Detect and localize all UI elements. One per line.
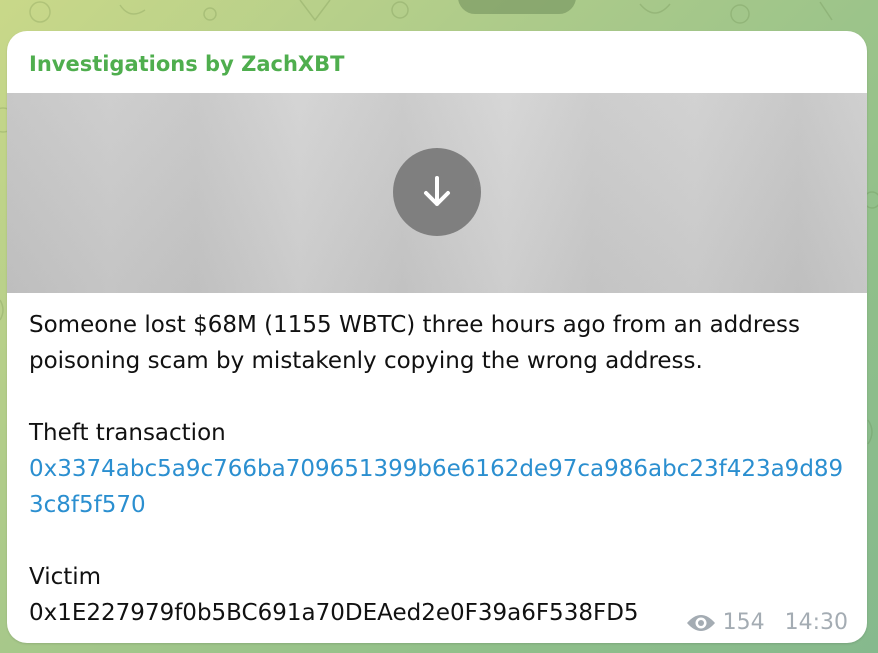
download-button[interactable] <box>393 148 481 236</box>
victim-label: Victim <box>29 564 102 590</box>
eye-icon <box>686 614 715 631</box>
theft-transaction-label: Theft transaction <box>29 420 226 446</box>
channel-message[interactable]: Investigations by ZachXBT Someone lost $… <box>7 31 867 643</box>
message-time: 14:30 <box>784 610 848 635</box>
theft-transaction-link[interactable]: 0x3374abc5a9c766ba709651399b6e6162de97ca… <box>29 456 843 518</box>
arrow-down-icon <box>424 176 450 206</box>
date-pill <box>458 0 576 14</box>
channel-name[interactable]: Investigations by ZachXBT <box>29 52 344 76</box>
message-paragraph: Someone lost $68M (1155 WBTC) three hour… <box>29 312 800 374</box>
message-meta: 154 14:30 <box>685 610 848 635</box>
message-text: Someone lost $68M (1155 WBTC) three hour… <box>29 307 849 631</box>
view-count: 154 <box>722 610 765 635</box>
media-preview[interactable] <box>7 93 867 293</box>
